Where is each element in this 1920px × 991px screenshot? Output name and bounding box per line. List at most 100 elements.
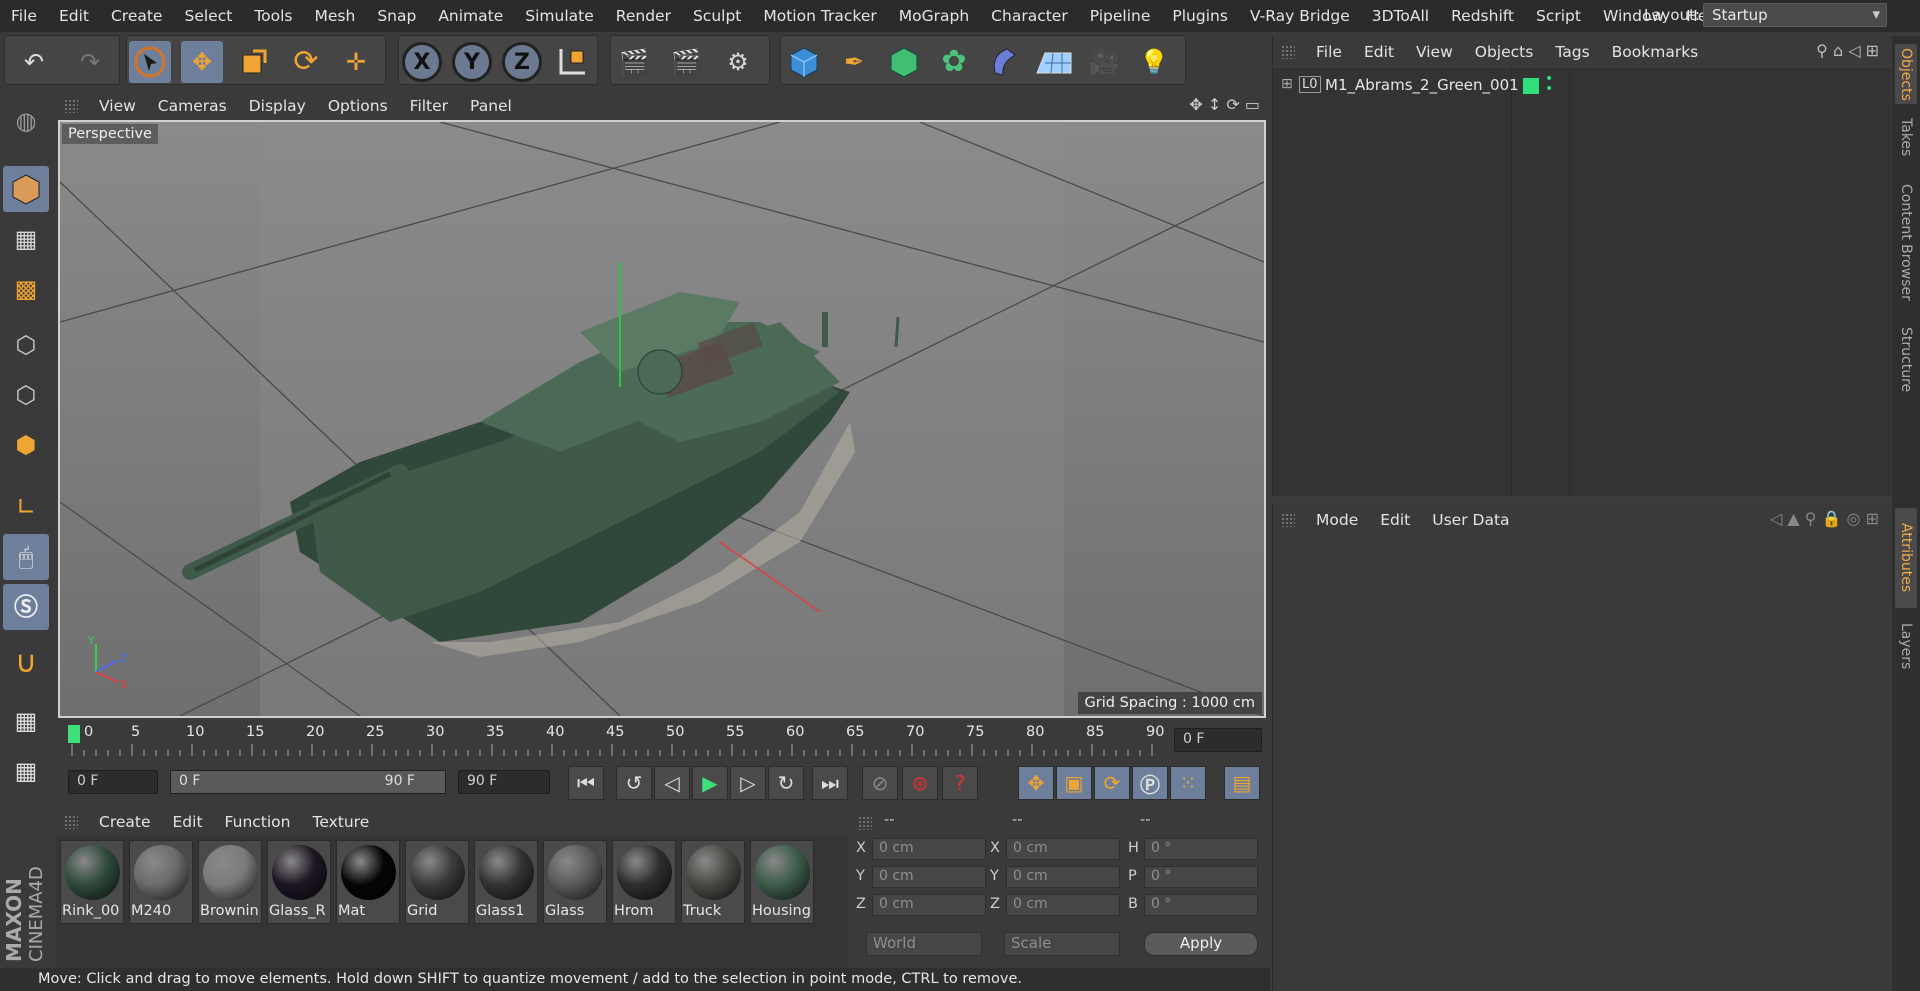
objects-menu-file[interactable]: File bbox=[1305, 43, 1353, 61]
next-frame-button[interactable]: ▷ bbox=[730, 766, 766, 800]
menu-simulate[interactable]: Simulate bbox=[514, 7, 605, 25]
coord-value-field[interactable]: 0 ° bbox=[1144, 866, 1258, 888]
viewport-menu-view[interactable]: View bbox=[88, 97, 147, 115]
attributes-grip-icon[interactable] bbox=[1281, 513, 1295, 527]
layout-dropdown[interactable]: Startup bbox=[1703, 3, 1887, 27]
edges-mode-button[interactable]: ⬡ bbox=[3, 372, 49, 418]
attributes-menu-user-data[interactable]: User Data bbox=[1421, 511, 1520, 529]
objects-header-icons[interactable]: ⚲ ⌂ ◁ ⊞ bbox=[1816, 41, 1879, 60]
tab-attributes[interactable]: Attributes bbox=[1895, 508, 1917, 608]
render-settings-button[interactable]: ⚙ bbox=[717, 41, 759, 83]
tweak-mode-button[interactable]: 🖱 bbox=[3, 534, 49, 580]
coordinate-system-button[interactable] bbox=[551, 41, 593, 83]
attributes-header-icons[interactable]: ◁ ▲ ⚲ 🔒 ◎ ⊞ bbox=[1770, 509, 1879, 528]
timeline-button[interactable]: ▤ bbox=[1224, 766, 1260, 800]
tab-objects[interactable]: Objects bbox=[1895, 44, 1917, 104]
menu-character[interactable]: Character bbox=[980, 7, 1079, 25]
objects-menu-objects[interactable]: Objects bbox=[1464, 43, 1545, 61]
scene-floor-button[interactable] bbox=[1033, 41, 1075, 83]
model-mode-button[interactable] bbox=[3, 166, 49, 212]
menu-file[interactable]: File bbox=[0, 7, 48, 25]
points-mode-button[interactable]: ⬡ bbox=[3, 322, 49, 368]
next-key-button[interactable]: ↻ bbox=[768, 766, 804, 800]
material-swatch[interactable]: Mat bbox=[336, 840, 400, 924]
goto-end-button[interactable]: ⏭ bbox=[812, 766, 848, 800]
objects-grip-icon[interactable] bbox=[1281, 45, 1295, 59]
menu-script[interactable]: Script bbox=[1525, 7, 1592, 25]
cloner-button[interactable]: ✿ bbox=[933, 41, 975, 83]
coord-value-field[interactable]: 0 cm bbox=[872, 894, 986, 916]
prev-key-button[interactable]: ↺ bbox=[616, 766, 652, 800]
panel-grip-icon[interactable] bbox=[64, 99, 78, 113]
select-tool-button[interactable] bbox=[129, 41, 171, 83]
key-position-button[interactable]: ✥ bbox=[1018, 766, 1054, 800]
apply-button[interactable]: Apply bbox=[1144, 932, 1258, 956]
menu-mesh[interactable]: Mesh bbox=[304, 7, 367, 25]
frame-range-slider[interactable]: 0 F 90 F bbox=[170, 770, 446, 794]
menu-pipeline[interactable]: Pipeline bbox=[1079, 7, 1162, 25]
tab-structure[interactable]: Structure bbox=[1895, 320, 1917, 400]
key-scale-button[interactable]: ▣ bbox=[1056, 766, 1092, 800]
play-button[interactable]: ▶ bbox=[692, 766, 728, 800]
snap-button[interactable]: ∪ bbox=[3, 640, 49, 686]
objects-menu-tags[interactable]: Tags bbox=[1544, 43, 1600, 61]
material-menu-edit[interactable]: Edit bbox=[162, 813, 214, 831]
material-swatch[interactable]: Grid bbox=[405, 840, 469, 924]
coord-value-field[interactable]: 0 cm bbox=[872, 838, 986, 860]
solo-button[interactable]: Ⓢ bbox=[3, 584, 49, 630]
menu-sculpt[interactable]: Sculpt bbox=[682, 7, 752, 25]
material-swatch[interactable]: Glass bbox=[543, 840, 607, 924]
objects-menu-bookmarks[interactable]: Bookmarks bbox=[1601, 43, 1710, 61]
cube-button[interactable] bbox=[783, 41, 825, 83]
timeline-ruler[interactable]: 0 5 10 15 20 25 30 35 40 45 50 55 60 65 … bbox=[56, 720, 1268, 760]
coords-grip-icon[interactable] bbox=[858, 816, 872, 830]
menu-snap[interactable]: Snap bbox=[366, 7, 427, 25]
menu-motion-tracker[interactable]: Motion Tracker bbox=[752, 7, 887, 25]
material-swatch[interactable]: Glass_R bbox=[267, 840, 331, 924]
record-keys-button[interactable]: ⊘ bbox=[862, 766, 898, 800]
viewport-menu-cameras[interactable]: Cameras bbox=[147, 97, 238, 115]
keyframe-help-button[interactable]: ? bbox=[942, 766, 978, 800]
polygons-mode-button[interactable]: ⬢ bbox=[3, 422, 49, 468]
material-swatch[interactable]: Brownin bbox=[198, 840, 262, 924]
menu-animate[interactable]: Animate bbox=[427, 7, 514, 25]
expand-icon[interactable]: ⊞ bbox=[1281, 76, 1293, 92]
tab-takes[interactable]: Takes bbox=[1895, 112, 1917, 162]
pen-spline-button[interactable]: ✒ bbox=[833, 41, 875, 83]
goto-start-button[interactable]: ⏮ bbox=[568, 766, 604, 800]
prev-frame-button[interactable]: ◁ bbox=[654, 766, 690, 800]
viewport-menu-filter[interactable]: Filter bbox=[399, 97, 459, 115]
key-pla-button[interactable]: ⁙ bbox=[1170, 766, 1206, 800]
material-menu-function[interactable]: Function bbox=[214, 813, 302, 831]
rotate-tool-button[interactable]: ⟳ bbox=[285, 41, 327, 83]
workplane-mode-button[interactable]: ▩ bbox=[3, 266, 49, 312]
move-tool-button[interactable]: ✥ bbox=[181, 41, 223, 83]
material-menu-texture[interactable]: Texture bbox=[301, 813, 380, 831]
material-swatch[interactable]: Housing bbox=[750, 840, 814, 924]
coord-value-field[interactable]: 0 ° bbox=[1144, 894, 1258, 916]
menu-edit[interactable]: Edit bbox=[48, 7, 100, 25]
light-button[interactable]: 💡 bbox=[1133, 41, 1175, 83]
menu-3dtoall[interactable]: 3DToAll bbox=[1361, 7, 1440, 25]
scale-tool-button[interactable] bbox=[233, 41, 275, 83]
start-frame-field[interactable]: 0 F bbox=[68, 770, 158, 794]
current-frame-field[interactable]: 0 F bbox=[1174, 728, 1262, 752]
menu-tools[interactable]: Tools bbox=[243, 7, 303, 25]
coord-value-field[interactable]: 0 ° bbox=[1144, 838, 1258, 860]
menu-plugins[interactable]: Plugins bbox=[1161, 7, 1239, 25]
material-swatch[interactable]: Truck bbox=[681, 840, 745, 924]
make-editable-button[interactable]: ◍ bbox=[3, 98, 49, 144]
tab-layers[interactable]: Layers bbox=[1895, 616, 1917, 676]
key-rotation-button[interactable]: ⟳ bbox=[1094, 766, 1130, 800]
visibility-dots-icon[interactable]: • • bbox=[1545, 72, 1553, 96]
tab-content-browser[interactable]: Content Browser bbox=[1895, 172, 1917, 312]
camera-button[interactable]: 🎥 bbox=[1083, 41, 1125, 83]
objects-menu-edit[interactable]: Edit bbox=[1353, 43, 1405, 61]
render-view-button[interactable]: 🎬 bbox=[613, 41, 655, 83]
menu-create[interactable]: Create bbox=[100, 7, 174, 25]
viewport-menu-options[interactable]: Options bbox=[317, 97, 399, 115]
coord-value-field[interactable]: 0 cm bbox=[1006, 866, 1120, 888]
z-axis-button[interactable]: Z bbox=[501, 41, 543, 83]
coord-value-field[interactable]: 0 cm bbox=[872, 866, 986, 888]
material-swatch[interactable]: Hrom bbox=[612, 840, 676, 924]
